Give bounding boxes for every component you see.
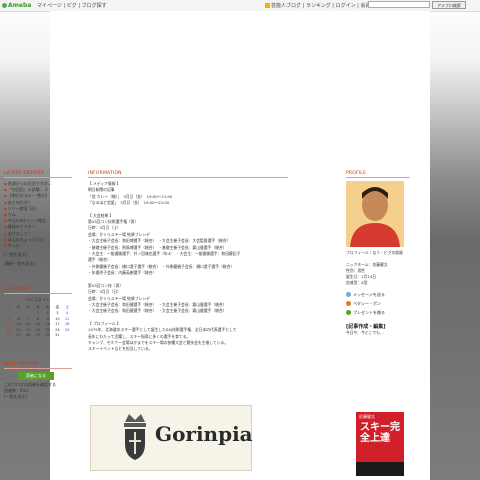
entry-label: ウム xyxy=(7,212,16,218)
logo-text: Ameba xyxy=(8,2,32,9)
profile-link-label: ペタシー・ポン xyxy=(353,301,381,306)
calendar-table: 日月火水木金土 1 2 3 4 5 6 7 8 9 10 11 12 13 14 15 16 17 18 19 20 21… xyxy=(4,305,72,338)
book-title: スキー完全上達 xyxy=(360,422,400,444)
profile-link[interactable]: プレゼントを贈る xyxy=(346,308,410,317)
gorinpia-text: Gorinpia xyxy=(155,422,253,446)
calendar-month[interactable]: << 1月 >> xyxy=(4,297,72,303)
profile-link-label: メッセージを送る xyxy=(353,292,385,297)
entry-label: 急遽からの近況ですが… xyxy=(7,181,52,186)
bullet-icon: ▪ xyxy=(4,199,7,205)
top-links[interactable]: 芸能人ブログ | ランキング | ログイン | 会員登録 xyxy=(265,2,380,9)
become-reader-button[interactable]: 読者になる xyxy=(18,372,54,381)
entry-label: 今日の4キャンプ報告 xyxy=(7,218,47,224)
ameba-logo[interactable]: Ameba xyxy=(2,2,31,9)
latest-entries-list: ▪急遽からの近況ですが… ▪「何回目」の試験… 3 ▪【明日のスキー 雪も】 ▪あと何… xyxy=(4,181,72,249)
profile-link[interactable]: メッセージを送る xyxy=(346,290,410,299)
bullet-icon: ▪ xyxy=(4,218,7,224)
profile-link[interactable]: ペタシー・ポン xyxy=(346,299,410,308)
reader-more-link[interactable]: [一覧を見る] xyxy=(4,394,72,400)
entry-label: ほんのちょっとだけ xyxy=(7,236,44,242)
envelope-icon xyxy=(346,292,351,297)
calendar-day[interactable]: 27 xyxy=(14,333,24,339)
bullet-icon: ▪ xyxy=(4,193,7,199)
bullet-icon: ▪ xyxy=(4,236,7,242)
bullet-icon: ▪ xyxy=(4,224,7,230)
entry-item[interactable]: ▪やった xyxy=(4,243,72,249)
bullet-icon: ▪ xyxy=(4,230,7,236)
information-column: INFORMATION 【 メディア情報 】朝日新聞の記事 「恋 カレー（略）」 … xyxy=(88,171,288,353)
search-input[interactable] xyxy=(368,1,430,8)
book-author: 佐藤健太 xyxy=(359,414,375,419)
bullet-icon: ▪ xyxy=(4,205,7,211)
profile-links: メッセージを送る ペタシー・ポン プレゼントを贈る xyxy=(346,290,410,317)
profile-link-label: プレゼントを贈る xyxy=(353,310,385,315)
entry-label: やった xyxy=(7,243,20,249)
book-sub[interactable]: 今日や、今どこでも… xyxy=(346,330,410,336)
calendar-day[interactable]: 29 xyxy=(33,333,43,339)
profile-photo[interactable] xyxy=(346,181,404,247)
calendar-day[interactable]: 26 xyxy=(4,333,14,339)
bullet-icon: ▪ xyxy=(4,181,7,186)
calendar-title: CALENDAR xyxy=(4,287,72,295)
entry-label: 「何回目」の試験… 3 xyxy=(7,187,48,193)
entry-label: 雑誌のナイター xyxy=(7,224,36,230)
ski-book-ad[interactable]: 佐藤健太 スキー完全上達 xyxy=(356,412,404,476)
entry-label: あけまして！ xyxy=(7,230,32,236)
profile-info: プロフィール｜なう｜ピグの部屋 ニックネーム：佐藤健太 性別：男性 誕生日：1月14… xyxy=(346,250,410,286)
info-line: スキーイベントなどを担当している。 xyxy=(88,346,153,352)
bullet-icon: ▪ xyxy=(4,212,7,218)
entry-label: あと何日か？ xyxy=(7,199,32,205)
calendar-day xyxy=(62,333,72,339)
right-sidebar: PROFILE プロフィール｜なう｜ピグの部屋 ニックネーム：佐藤健太 性別：男性… xyxy=(346,171,410,336)
bubble-icon xyxy=(346,301,351,306)
book-photo xyxy=(356,462,404,476)
entry-label: リリー教室 1回 xyxy=(7,205,36,211)
entry-label: 【明日のスキー 雪も】 xyxy=(7,193,49,199)
star-icon xyxy=(265,3,270,8)
gorinpia-banner[interactable]: Gorinpia xyxy=(90,405,253,471)
top-nav[interactable]: マイページ | ピグ | ブログ探す xyxy=(37,2,107,9)
calendar-day[interactable]: 28 xyxy=(23,333,33,339)
crown-crest-icon xyxy=(124,414,146,460)
profile-line[interactable]: プロフィール｜なう｜ピグの部屋 xyxy=(346,250,410,256)
information-body: 【 メディア情報 】朝日新聞の記事 「恋 カレー（略）」 3月日（金） 19:00… xyxy=(88,181,288,353)
book-heading[interactable]: [記事作成・編集] xyxy=(346,323,410,330)
ameba-logo-icon xyxy=(2,3,7,8)
themes-more-link[interactable]: [最新一覧を見る] xyxy=(4,261,72,267)
bullet-icon: ▪ xyxy=(4,187,7,193)
blog-header xyxy=(50,11,430,181)
latest-entries-title: LATEST ENTRIES xyxy=(4,171,72,178)
search-button[interactable]: アメブロ検索 xyxy=(432,1,466,9)
calendar-day[interactable]: 31 xyxy=(53,333,63,339)
bullet-icon: ▪ xyxy=(4,243,7,249)
information-title: INFORMATION xyxy=(88,171,288,178)
profile-title: PROFILE xyxy=(346,171,410,178)
profile-line: 血液型：A型 xyxy=(346,280,368,285)
calendar-day[interactable]: 30 xyxy=(43,333,53,339)
profile-photo-image xyxy=(346,181,404,247)
blog-reader-title: BLOG READER xyxy=(4,362,72,370)
entries-more-link[interactable]: [一覧を見る] xyxy=(4,252,72,258)
left-sidebar: LATEST ENTRIES ▪急遽からの近況ですが… ▪「何回目」の試験… 3 ▪… xyxy=(4,171,72,400)
gift-icon xyxy=(346,310,351,315)
